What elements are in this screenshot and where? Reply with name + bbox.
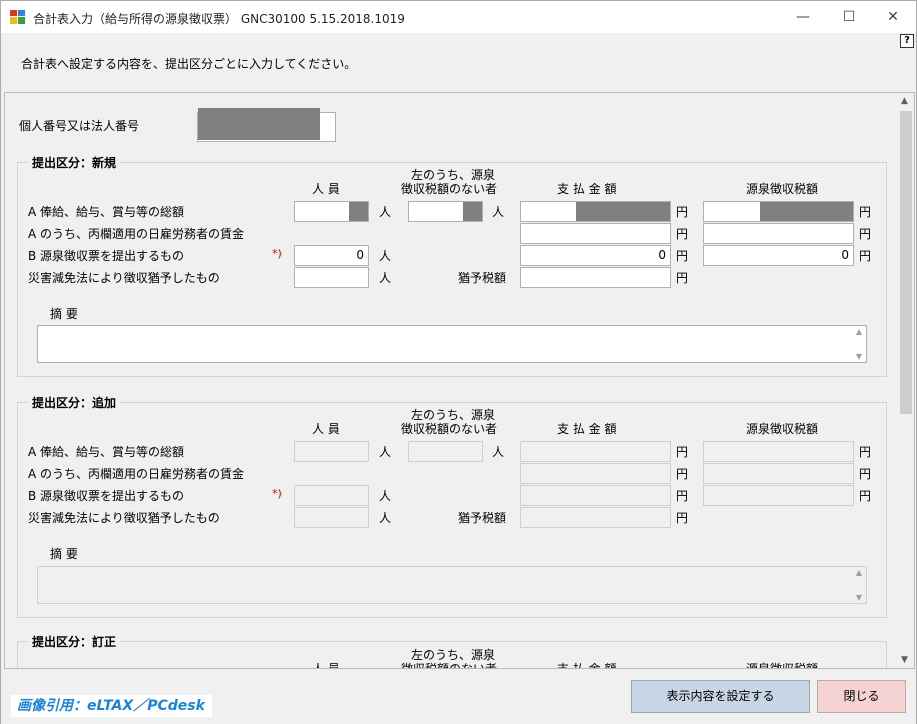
- unit-yen: 円: [676, 511, 689, 525]
- add-disaster-persons-input: [294, 507, 369, 528]
- deferred-tax-input[interactable]: [520, 267, 671, 288]
- add-a-day-withholding-input: [703, 463, 854, 484]
- main-window: 合計表入力（給与所得の源泉徴収票） GNC30100 5.15.2018.101…: [0, 0, 917, 724]
- scroll-down-arrow-icon[interactable]: ▼: [901, 655, 908, 665]
- required-mark: *): [272, 487, 282, 500]
- header-no-tax-2: 徴収税額のない者: [401, 662, 498, 669]
- section-correction-title: 提出区分：訂正: [28, 633, 121, 650]
- unit-yen: 円: [859, 249, 872, 263]
- section-add-title: 提出区分：追加: [28, 394, 121, 411]
- unit-person: 人: [379, 445, 392, 459]
- id-number-label: 個人番号又は法人番号: [19, 119, 140, 133]
- header-withholding: 源泉徴収税額: [746, 422, 819, 436]
- unit-yen: 円: [676, 489, 689, 503]
- scroll-up-icon: ▲: [855, 568, 862, 577]
- header-persons: 人 員: [312, 662, 340, 669]
- memo-input[interactable]: ▲ ▼: [37, 325, 867, 363]
- header-payment: 支 払 金 額: [557, 422, 617, 436]
- unit-yen: 円: [676, 271, 689, 285]
- row-a-label: A 俸給、給与、賞与等の総額: [28, 205, 185, 219]
- unit-person: 人: [492, 205, 505, 219]
- unit-yen: 円: [676, 467, 689, 481]
- title-bar: 合計表入力（給与所得の源泉徴収票） GNC30100 5.15.2018.101…: [1, 1, 916, 33]
- id-number-mask: [198, 108, 320, 140]
- row-disaster-label: 災害減免法により徴収猶予したもの: [28, 511, 220, 525]
- unit-yen: 円: [859, 205, 872, 219]
- a-payment-mask: [576, 202, 670, 221]
- row-disaster-label: 災害減免法により徴収猶予したもの: [28, 271, 220, 285]
- a-day-payment-input[interactable]: [520, 223, 671, 244]
- instruction-text: 合計表へ設定する内容を、提出区分ごとに入力してください。: [21, 57, 357, 71]
- form-scroll-pane[interactable]: 個人番号又は法人番号 提出区分：新規 人 員 左のうち、源泉 徴収税額のない者 …: [4, 92, 915, 669]
- vertical-scrollbar[interactable]: ▲ ▼: [898, 93, 914, 668]
- a-no-tax-mask: [463, 202, 482, 221]
- add-deferred-tax-input: [520, 507, 671, 528]
- required-mark: *): [272, 247, 282, 260]
- b-withholding-input[interactable]: 0: [703, 245, 854, 266]
- scroll-up-icon: ▲: [855, 327, 862, 336]
- header-payment: 支 払 金 額: [557, 182, 617, 196]
- unit-yen: 円: [859, 227, 872, 241]
- add-b-payment-input: [520, 485, 671, 506]
- header-withholding: 源泉徴収税額: [746, 182, 819, 196]
- disaster-persons-input[interactable]: [294, 267, 369, 288]
- unit-person: 人: [379, 489, 392, 503]
- b-persons-input[interactable]: 0: [294, 245, 369, 266]
- deferred-tax-label: 猶予税額: [458, 271, 507, 285]
- a-day-withholding-input[interactable]: [703, 223, 854, 244]
- apply-button[interactable]: 表示内容を設定する: [631, 680, 810, 713]
- section-new-title: 提出区分：新規: [28, 154, 121, 171]
- add-a-persons-input: [294, 441, 369, 462]
- add-a-no-tax-input: [408, 441, 483, 462]
- add-b-persons-input: [294, 485, 369, 506]
- add-memo-input: ▲ ▼: [37, 566, 867, 604]
- unit-yen: 円: [676, 445, 689, 459]
- add-b-withholding-input: [703, 485, 854, 506]
- row-a-day-label: A のうち、丙欄適用の日雇労務者の賃金: [28, 467, 245, 481]
- scroll-up-arrow-icon[interactable]: ▲: [901, 96, 908, 106]
- close-button[interactable]: 閉じる: [817, 680, 906, 713]
- close-window-button[interactable]: ✕: [870, 1, 916, 33]
- row-a-day-label: A のうち、丙欄適用の日雇労務者の賃金: [28, 227, 245, 241]
- unit-person: 人: [379, 205, 392, 219]
- header-persons: 人 員: [312, 422, 340, 436]
- add-a-payment-input: [520, 441, 671, 462]
- add-a-day-payment-input: [520, 463, 671, 484]
- unit-yen: 円: [859, 489, 872, 503]
- memo-label: 摘 要: [50, 547, 78, 561]
- scroll-down-icon: ▼: [855, 352, 862, 361]
- header-no-tax-2: 徴収税額のない者: [401, 182, 498, 196]
- unit-person: 人: [379, 271, 392, 285]
- unit-person: 人: [379, 511, 392, 525]
- app-icon: [10, 10, 25, 24]
- row-a-label: A 俸給、給与、賞与等の総額: [28, 445, 185, 459]
- image-credit-watermark: 画像引用：eLTAX／PCdesk: [11, 695, 212, 717]
- row-b-label: B 源泉徴収票を提出するもの: [28, 249, 185, 263]
- help-icon[interactable]: ?: [900, 34, 914, 48]
- deferred-tax-label: 猶予税額: [458, 511, 507, 525]
- memo-label: 摘 要: [50, 307, 78, 321]
- row-b-label: B 源泉徴収票を提出するもの: [28, 489, 185, 503]
- unit-person: 人: [492, 445, 505, 459]
- unit-yen: 円: [676, 205, 689, 219]
- unit-yen: 円: [859, 467, 872, 481]
- scroll-down-icon: ▼: [855, 593, 862, 602]
- maximize-button[interactable]: ☐: [826, 1, 872, 33]
- header-no-tax-2: 徴収税額のない者: [401, 422, 498, 436]
- window-title: 合計表入力（給与所得の源泉徴収票） GNC30100 5.15.2018.101…: [33, 12, 405, 26]
- minimize-button[interactable]: —: [780, 1, 826, 33]
- scrollbar-thumb[interactable]: [900, 111, 912, 414]
- a-withholding-mask: [760, 202, 853, 221]
- unit-yen: 円: [676, 227, 689, 241]
- unit-yen: 円: [859, 445, 872, 459]
- add-a-withholding-input: [703, 441, 854, 462]
- unit-person: 人: [379, 249, 392, 263]
- header-payment: 支 払 金 額: [557, 662, 617, 669]
- a-persons-mask: [349, 202, 368, 221]
- b-payment-input[interactable]: 0: [520, 245, 671, 266]
- header-withholding: 源泉徴収税額: [746, 662, 819, 669]
- unit-yen: 円: [676, 249, 689, 263]
- header-persons: 人 員: [312, 182, 340, 196]
